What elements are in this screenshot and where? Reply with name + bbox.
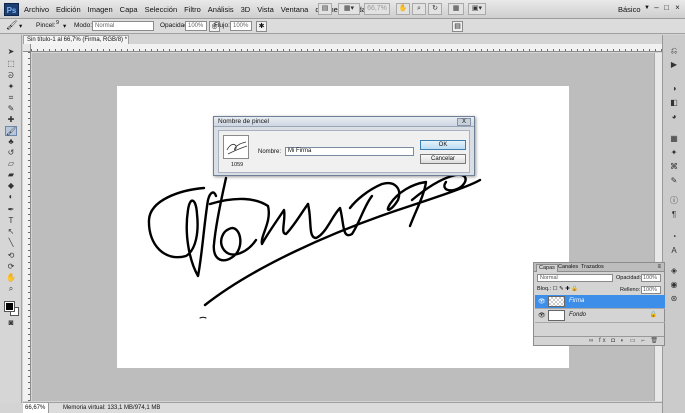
lock-transparency-icon[interactable]: ☐ [553, 286, 558, 292]
layer-name: Fondo [569, 312, 587, 318]
zoom-level-field[interactable]: 66,67% [23, 403, 49, 413]
lock-row: Bloq.: ☐ ✎ ✚ 🔒 [537, 286, 578, 292]
character-panel-icon[interactable]: A [668, 245, 680, 256]
actions-panel-icon[interactable]: ▶ [668, 59, 680, 70]
brush-preview [223, 135, 249, 159]
brush-preview-signature [226, 141, 248, 155]
lock-label: Bloq.: [537, 286, 552, 292]
layers-panel-tabs: Capas Canales Trazados ≡ [534, 263, 664, 272]
channels-panel-icon[interactable]: ◉ [668, 279, 680, 290]
dialog-body: 1059 Nombre: Mi Firma OK Cancelar [218, 130, 470, 173]
tab-capas[interactable]: Capas [536, 264, 558, 272]
brushes-panel-icon[interactable]: ✎ [668, 175, 680, 186]
panel-dock: ⎌ ▶ ◑ ◧ ◕ ▦ ✦ ⌘ ✎ ⓘ ¶ ◔ A ◈ ◉ ⊛ [662, 35, 685, 413]
tool-presets-icon[interactable]: ◔ [668, 231, 680, 242]
foreground-color-swatch[interactable] [4, 301, 15, 312]
layer-thumbnail [548, 310, 565, 321]
dialog-close-button[interactable]: X [457, 118, 471, 126]
lock-pixels-icon[interactable]: ✎ [559, 286, 564, 292]
fill-label: Relleno: [620, 287, 641, 293]
tab-canales[interactable]: Canales [556, 264, 580, 272]
layer-opacity-label: Opacidad: [616, 275, 642, 281]
layer-thumbnail [548, 296, 565, 307]
cancel-button[interactable]: Cancelar [420, 154, 466, 164]
masks-panel-icon[interactable]: ◧ [668, 97, 680, 108]
panel-menu-icon[interactable]: ≡ [657, 264, 661, 270]
info-panel-icon[interactable]: ⓘ [668, 195, 680, 206]
layer-visibility-eye-icon[interactable]: 👁 [538, 298, 546, 305]
navigator-panel-icon[interactable]: ⌘ [668, 161, 680, 172]
layer-row-fondo[interactable]: 👁 Fondo 🔒 [535, 309, 665, 323]
layers-panel-footer[interactable]: ∞ fx ◘ ◐ ▭ ⌐ 🗑 [534, 336, 664, 345]
signature-drawing [147, 173, 482, 319]
history-panel-icon[interactable]: ⎌ [668, 45, 680, 56]
status-bar: 66,67% Memoria virtual: 133,1 MB/974,1 M… [23, 402, 662, 413]
paths-panel-icon[interactable]: ⊛ [668, 293, 680, 304]
tab-trazados[interactable]: Trazados [579, 264, 606, 272]
vertical-scrollbar[interactable] [654, 53, 662, 401]
layer-lock-icon: 🔒 [649, 312, 657, 318]
layers-panel-icon[interactable]: ◈ [668, 265, 680, 276]
blend-mode-select[interactable]: Normal [537, 274, 613, 282]
name-label: Nombre: [258, 149, 282, 155]
brush-size-label: 1059 [231, 162, 244, 168]
lock-all-icon[interactable]: 🔒 [571, 286, 578, 292]
layer-name: Firma [569, 298, 585, 304]
dialog-title-bar: Nombre de pincel X [214, 117, 474, 127]
fill-input[interactable]: 100% [641, 286, 661, 294]
layer-opacity-input[interactable]: 100% [641, 274, 661, 282]
color-panel-icon[interactable]: ◕ [668, 111, 680, 122]
swatches-panel-icon[interactable]: ▦ [668, 133, 680, 144]
lock-position-icon[interactable]: ✚ [565, 286, 570, 292]
layers-panel: Capas Canales Trazados ≡ Normal Opacidad… [533, 262, 665, 346]
paragraph-panel-icon[interactable]: ¶ [668, 209, 680, 220]
layer-visibility-eye-icon[interactable]: 👁 [538, 312, 546, 319]
memory-info: Memoria virtual: 133,1 MB/974,1 MB [63, 405, 161, 411]
ok-button[interactable]: OK [420, 140, 466, 150]
layer-row-firma[interactable]: 👁 Firma [535, 295, 665, 309]
brush-name-dialog: Nombre de pincel X 1059 Nombre: Mi Firma… [213, 116, 475, 176]
styles-panel-icon[interactable]: ✦ [668, 147, 680, 158]
adjustments-panel-icon[interactable]: ◑ [668, 83, 680, 94]
dialog-title: Nombre de pincel [218, 118, 269, 125]
brush-name-input[interactable]: Mi Firma [285, 147, 414, 156]
